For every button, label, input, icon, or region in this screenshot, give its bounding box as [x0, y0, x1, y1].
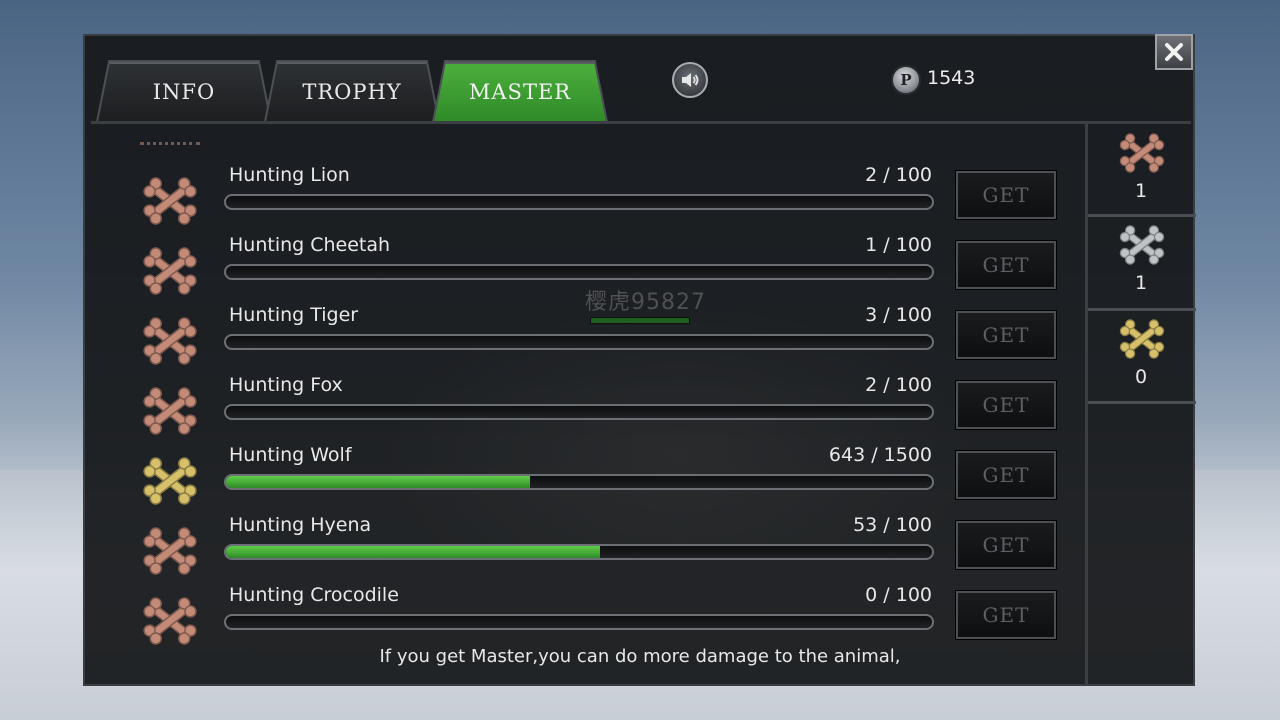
tab-master[interactable]: MASTER: [434, 62, 606, 122]
crossed-bones-icon: [143, 597, 197, 645]
summary-bronze: 1: [1088, 124, 1194, 216]
mastery-row: Hunting Tiger 3 / 100 GET: [0, 304, 1080, 374]
get-reward-button[interactable]: GET: [955, 590, 1057, 640]
crossed-bones-icon: [1119, 225, 1165, 265]
close-button[interactable]: [1155, 34, 1193, 70]
header-divider: [91, 121, 1191, 124]
tab-info[interactable]: INFO: [98, 62, 270, 122]
points-value: 1543: [927, 67, 976, 89]
mastery-row: Hunting Wolf 643 / 1500 GET: [0, 444, 1080, 514]
mastery-progress-text: 2 / 100: [865, 374, 932, 396]
tab-master-label: MASTER: [468, 80, 572, 104]
crossed-bones-icon: [143, 317, 197, 365]
mastery-progress-fill: [226, 476, 530, 488]
summary-count: 1: [1134, 272, 1148, 294]
mastery-progress-text: 643 / 1500: [828, 444, 932, 466]
get-button-label: GET: [982, 253, 1030, 277]
mastery-label: Hunting Fox: [229, 374, 343, 396]
summary-bone-badge: [1117, 222, 1167, 268]
mastery-label: Hunting Lion: [229, 164, 350, 186]
mastery-progress-bar: [224, 544, 934, 560]
mastery-progress-bar: [224, 194, 934, 210]
summary-silver: 1: [1088, 216, 1194, 308]
bone-badge: [140, 174, 200, 228]
mastery-row: Hunting Lion 2 / 100 GET: [0, 164, 1080, 234]
tab-info-label: INFO: [152, 80, 216, 104]
points-coin-icon: P: [891, 65, 921, 95]
sound-toggle-button[interactable]: [672, 62, 708, 98]
get-reward-button[interactable]: GET: [955, 310, 1057, 360]
bone-badge: [140, 314, 200, 368]
crossed-bones-icon: [143, 457, 197, 505]
bone-badge: [140, 524, 200, 578]
get-button-label: GET: [982, 533, 1030, 557]
crossed-bones-icon: [143, 177, 197, 225]
crossed-bones-icon: [1119, 319, 1165, 359]
mastery-label: Hunting Hyena: [229, 514, 372, 536]
get-button-label: GET: [982, 323, 1030, 347]
crossed-bones-icon: [143, 247, 197, 295]
scrolled-item-edge: [140, 142, 200, 153]
bone-badge: [140, 454, 200, 508]
mastery-label: Hunting Crocodile: [229, 584, 399, 606]
mastery-progress-bar: [224, 334, 934, 350]
summary-separator: [1088, 401, 1196, 404]
crossed-bones-icon: [143, 387, 197, 435]
crossed-bones-icon: [1119, 133, 1165, 173]
summary-bone-badge: [1117, 316, 1167, 362]
mastery-progress-bar: [224, 614, 934, 630]
footer-hint: If you get Master,you can do more damage…: [379, 646, 901, 667]
mastery-progress-text: 3 / 100: [865, 304, 932, 326]
mastery-progress-bar: [224, 474, 934, 490]
summary-separator: [1088, 308, 1196, 311]
mastery-progress-text: 53 / 100: [853, 514, 932, 536]
mastery-label: Hunting Wolf: [229, 444, 352, 466]
get-button-label: GET: [982, 183, 1030, 207]
close-icon: [1165, 43, 1183, 61]
mastery-progress-bar: [224, 264, 934, 280]
crossed-bones-icon: [143, 527, 197, 575]
get-button-label: GET: [982, 603, 1030, 627]
mastery-row: Hunting Crocodile 0 / 100 GET: [0, 584, 1080, 654]
mastery-progress-text: 0 / 100: [865, 584, 932, 606]
get-reward-button[interactable]: GET: [955, 240, 1057, 290]
get-reward-button[interactable]: GET: [955, 170, 1057, 220]
tab-trophy[interactable]: TROPHY: [266, 62, 438, 122]
mastery-row: Hunting Fox 2 / 100 GET: [0, 374, 1080, 444]
get-reward-button[interactable]: GET: [955, 520, 1057, 570]
get-button-label: GET: [982, 393, 1030, 417]
bone-badge: [140, 594, 200, 648]
mastery-progress-text: 2 / 100: [865, 164, 932, 186]
speaker-icon: [682, 73, 699, 87]
points-coin-letter: P: [900, 71, 912, 89]
summary-count: 0: [1134, 366, 1148, 388]
summary-bone-badge: [1117, 130, 1167, 176]
bone-badge: [140, 384, 200, 438]
mastery-label: Hunting Tiger: [229, 304, 359, 326]
mastery-progress-bar: [224, 404, 934, 420]
bone-badge: [140, 244, 200, 298]
summary-count: 1: [1134, 180, 1148, 202]
summary-gold: 0: [1088, 310, 1194, 402]
mastery-progress-text: 1 / 100: [865, 234, 932, 256]
get-reward-button[interactable]: GET: [955, 380, 1057, 430]
mastery-row: Hunting Hyena 53 / 100 GET: [0, 514, 1080, 584]
summary-separator: [1088, 214, 1196, 217]
get-button-label: GET: [982, 463, 1030, 487]
mastery-progress-fill: [226, 546, 601, 558]
mastery-row: Hunting Cheetah 1 / 100 GET: [0, 234, 1080, 304]
mastery-label: Hunting Cheetah: [229, 234, 391, 256]
tab-trophy-label: TROPHY: [302, 80, 402, 104]
get-reward-button[interactable]: GET: [955, 450, 1057, 500]
